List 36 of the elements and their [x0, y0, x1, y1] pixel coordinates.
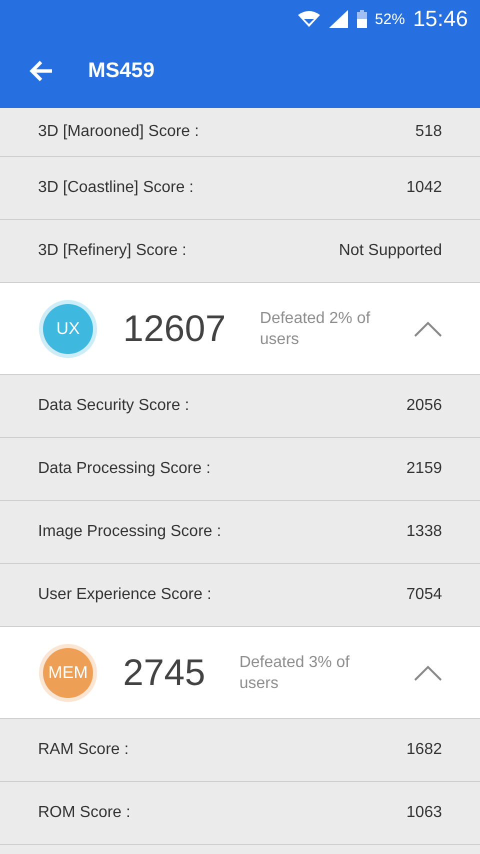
score-label: Data Security Score : — [38, 397, 190, 415]
wifi-icon — [296, 10, 321, 28]
category-score: 2745 — [123, 652, 206, 694]
score-label: 3D [Coastline] Score : — [38, 179, 194, 197]
score-label: Image Processing Score : — [38, 523, 222, 541]
score-label: Data Processing Score : — [38, 460, 211, 478]
score-value: 1682 — [406, 741, 442, 759]
chevron-up-icon[interactable] — [414, 320, 442, 336]
score-value: 518 — [415, 123, 442, 141]
category-header[interactable]: MEM 2745 Defeated 3% of users — [0, 627, 480, 719]
category-header[interactable]: UX 12607 Defeated 2% of users — [0, 283, 480, 375]
score-label: User Experience Score : — [38, 586, 212, 604]
defeated-text: Defeated 2% of users — [260, 308, 372, 350]
back-arrow-icon — [28, 59, 54, 83]
score-value: 1338 — [406, 523, 442, 541]
score-value: 2056 — [406, 397, 442, 415]
category-badge: UX — [43, 304, 93, 354]
score-label: ROM Score : — [38, 804, 130, 822]
signal-icon — [328, 10, 349, 28]
app-title: MS459 — [88, 59, 155, 83]
category-score: 12607 — [123, 308, 226, 350]
score-value: 7054 — [406, 586, 442, 604]
chevron-up-icon[interactable] — [414, 664, 442, 680]
back-button[interactable] — [28, 59, 54, 83]
score-label: 3D [Refinery] Score : — [38, 242, 186, 260]
score-value: 1063 — [406, 804, 442, 822]
battery-icon — [356, 10, 367, 28]
clock: 15:46 — [412, 6, 468, 32]
score-value: 2159 — [406, 460, 442, 478]
score-label: 3D [Marooned] Score : — [38, 123, 199, 141]
defeated-text: Defeated 3% of users — [239, 652, 351, 694]
score-value: 1042 — [406, 179, 442, 197]
score-value: Not Supported — [338, 242, 442, 260]
category-badge: MEM — [43, 648, 93, 698]
score-label: RAM Score : — [38, 741, 129, 759]
battery-percent: 52% — [374, 10, 405, 28]
